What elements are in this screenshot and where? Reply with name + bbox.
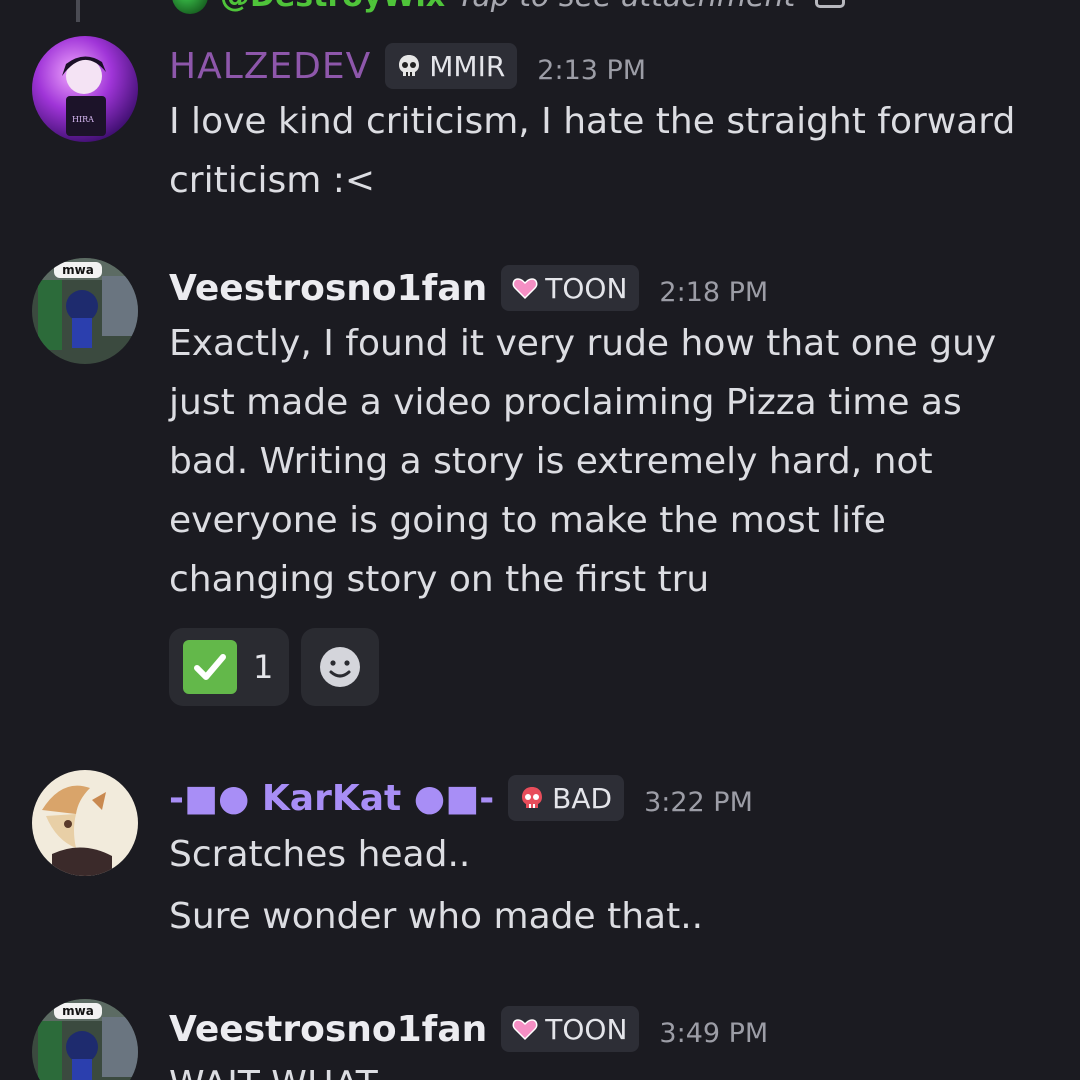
server-tag[interactable]: TOON bbox=[501, 265, 640, 311]
server-tag[interactable]: BAD bbox=[508, 775, 625, 821]
avatar[interactable] bbox=[32, 770, 138, 876]
tag-label: TOON bbox=[545, 1012, 628, 1046]
avatar[interactable]: mwa bbox=[32, 258, 138, 364]
add-reaction-icon bbox=[320, 647, 361, 687]
add-reaction-button[interactable] bbox=[301, 628, 380, 706]
message-content[interactable]: Exactly, I found it very rude how that o… bbox=[169, 314, 1049, 609]
message-content[interactable]: I love kind criticism, I hate the straig… bbox=[169, 92, 1049, 210]
message-content[interactable]: Scratches head.. Sure wonder who made th… bbox=[169, 824, 1049, 948]
tag-label: MMIR bbox=[429, 49, 506, 83]
pink-heart-icon bbox=[512, 278, 538, 300]
avatar-image: mwa bbox=[32, 258, 138, 364]
avatar-badge-text: mwa bbox=[62, 1004, 94, 1018]
avatar-image: HIRA bbox=[32, 36, 138, 142]
tag-label: BAD bbox=[552, 781, 613, 815]
avatar[interactable]: mwa bbox=[32, 999, 138, 1080]
reply-preview[interactable]: @DestroyWix Tap to see attachment bbox=[172, 0, 846, 14]
reaction-check[interactable]: 1 bbox=[169, 628, 290, 706]
reply-text[interactable]: Tap to see attachment bbox=[457, 0, 795, 14]
timestamp: 3:49 PM bbox=[659, 1017, 769, 1049]
reply-author[interactable]: @DestroyWix bbox=[220, 0, 445, 14]
reply-avatar bbox=[172, 0, 208, 14]
reply-connector-line bbox=[76, 0, 86, 22]
reaction-bar: 1 bbox=[169, 628, 380, 706]
avatar-image: mwa bbox=[32, 999, 138, 1080]
red-skull-icon bbox=[522, 787, 543, 808]
avatar[interactable]: HIRA bbox=[32, 36, 138, 142]
pink-heart-icon bbox=[512, 1019, 538, 1041]
skull-icon bbox=[399, 55, 420, 76]
author-name[interactable]: HALZEDEV bbox=[169, 46, 371, 87]
message-text: Sure wonder who made that.. bbox=[169, 896, 704, 937]
message-content[interactable]: WAIT WHAT bbox=[169, 1055, 1049, 1080]
message-text: WAIT WHAT bbox=[169, 1055, 1049, 1080]
check-mark-icon bbox=[183, 640, 237, 694]
svg-text:HIRA: HIRA bbox=[72, 115, 94, 124]
timestamp: 2:18 PM bbox=[659, 276, 769, 308]
avatar-badge-text: mwa bbox=[62, 263, 94, 277]
message-text: Exactly, I found it very rude how that o… bbox=[169, 323, 997, 600]
timestamp: 3:22 PM bbox=[644, 786, 753, 818]
chat-message-list[interactable]: @DestroyWix Tap to see attachment HIRA bbox=[0, 0, 1080, 1080]
message-text: Scratches head.. bbox=[169, 834, 471, 875]
server-tag[interactable]: TOON bbox=[501, 1006, 640, 1052]
message-text: I love kind criticism, I hate the straig… bbox=[169, 101, 1016, 201]
author-name[interactable]: Veestrosno1fan bbox=[169, 268, 487, 309]
author-name[interactable]: Veestrosno1fan bbox=[169, 1009, 487, 1050]
attachment-icon bbox=[815, 0, 846, 8]
avatar-image bbox=[32, 770, 138, 876]
timestamp: 2:13 PM bbox=[537, 54, 647, 86]
server-tag[interactable]: MMIR bbox=[385, 43, 518, 89]
tag-label: TOON bbox=[545, 271, 628, 305]
author-name[interactable]: -■● KarKat ●■- bbox=[169, 778, 494, 819]
reaction-count: 1 bbox=[253, 648, 274, 686]
